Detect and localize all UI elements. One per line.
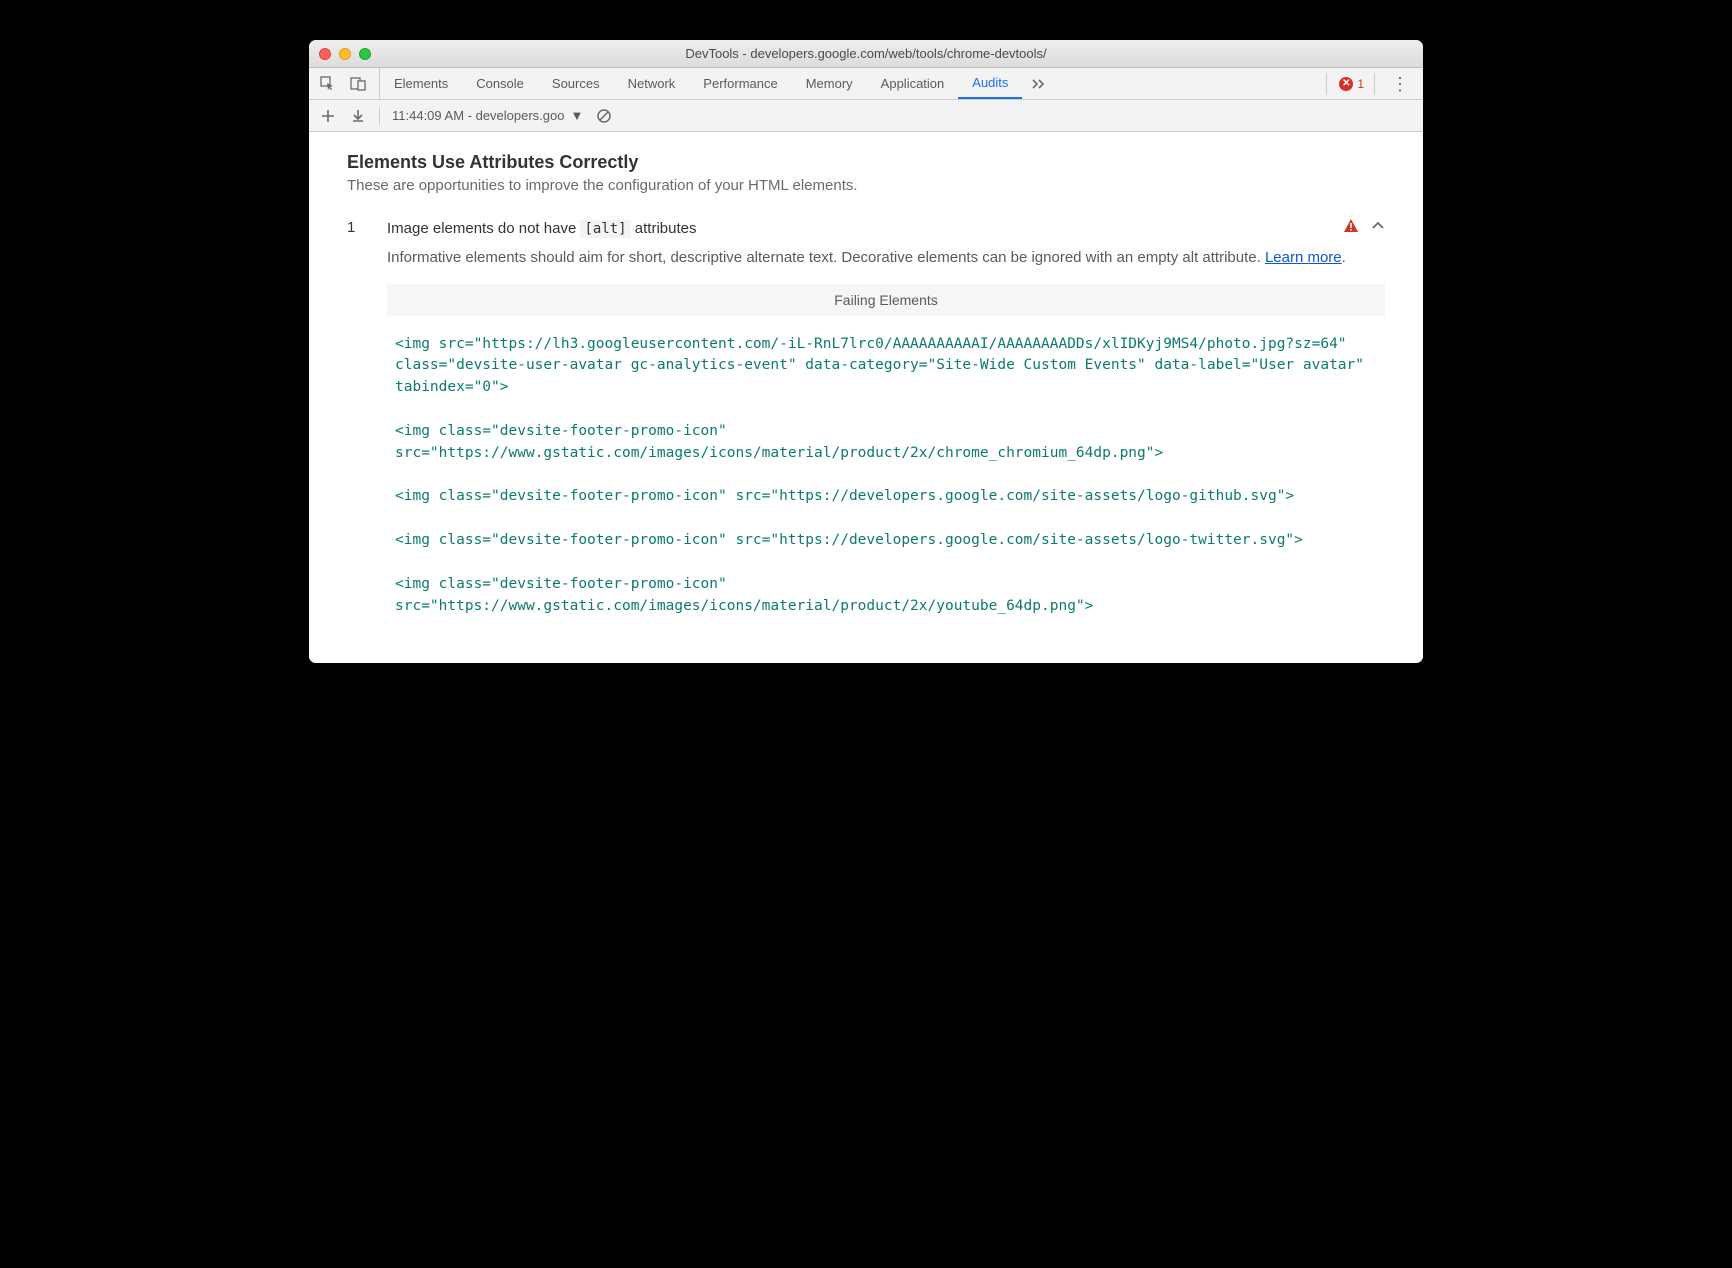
tab-audits[interactable]: Audits — [958, 68, 1022, 99]
tab-network[interactable]: Network — [614, 68, 690, 99]
failing-element[interactable]: <img class="devsite-footer-promo-icon" s… — [387, 480, 1385, 514]
more-tabs-icon[interactable] — [1022, 68, 1056, 99]
error-count: 1 — [1357, 77, 1364, 91]
new-audit-icon[interactable] — [319, 107, 337, 125]
audit-dropdown[interactable]: 11:44:09 AM - developers.goo ▼ — [392, 108, 583, 123]
error-icon: ✕ — [1339, 77, 1353, 91]
tab-performance[interactable]: Performance — [689, 68, 791, 99]
inspect-element-icon[interactable] — [319, 75, 337, 93]
audit-dropdown-label: 11:44:09 AM - developers.goo — [392, 108, 565, 123]
failing-element[interactable]: <img class="devsite-footer-promo-icon" s… — [387, 415, 1385, 471]
audit-title: Image elements do not have [alt] attribu… — [387, 220, 697, 237]
window-controls — [309, 48, 371, 60]
audits-toolbar: 11:44:09 AM - developers.goo ▼ — [309, 100, 1423, 132]
warning-icon — [1343, 218, 1359, 239]
settings-menu-icon[interactable]: ⋮ — [1387, 75, 1413, 93]
audit-header[interactable]: Image elements do not have [alt] attribu… — [387, 218, 1385, 239]
section-subtitle: These are opportunities to improve the c… — [347, 177, 1385, 194]
section-title: Elements Use Attributes Correctly — [347, 152, 1385, 173]
chevron-down-icon: ▼ — [571, 108, 584, 123]
failing-element[interactable]: <img src="https://lh3.googleusercontent.… — [387, 328, 1385, 405]
tab-application[interactable]: Application — [867, 68, 959, 99]
audit-content: Elements Use Attributes Correctly These … — [309, 132, 1423, 663]
tabbar-right-controls: ✕ 1 ⋮ — [1326, 68, 1423, 99]
device-toolbar-icon[interactable] — [349, 75, 367, 93]
failing-element[interactable]: <img class="devsite-footer-promo-icon" s… — [387, 568, 1385, 624]
audit-description: Informative elements should aim for shor… — [387, 247, 1385, 270]
tab-memory[interactable]: Memory — [792, 68, 867, 99]
audit-number: 1 — [347, 218, 387, 236]
clear-icon[interactable] — [595, 107, 613, 125]
tab-elements[interactable]: Elements — [380, 68, 462, 99]
minimize-window-button[interactable] — [339, 48, 351, 60]
window-title: DevTools - developers.google.com/web/too… — [309, 46, 1423, 61]
audit-item: 1 Image elements do not have [alt] attri… — [347, 218, 1385, 633]
learn-more-link[interactable]: Learn more — [1265, 249, 1342, 266]
maximize-window-button[interactable] — [359, 48, 371, 60]
error-count-badge[interactable]: ✕ 1 — [1326, 73, 1375, 95]
devtools-tabbar: Elements Console Sources Network Perform… — [309, 68, 1423, 100]
tabbar-left-controls — [309, 68, 380, 99]
close-window-button[interactable] — [319, 48, 331, 60]
tab-sources[interactable]: Sources — [538, 68, 614, 99]
download-icon[interactable] — [349, 107, 367, 125]
tab-console[interactable]: Console — [462, 68, 538, 99]
failing-element[interactable]: <img class="devsite-footer-promo-icon" s… — [387, 524, 1385, 558]
devtools-window: DevTools - developers.google.com/web/too… — [309, 40, 1423, 663]
toolbar-left — [309, 107, 380, 125]
failing-elements-header: Failing Elements — [387, 284, 1385, 316]
collapse-icon[interactable] — [1371, 219, 1385, 238]
window-titlebar[interactable]: DevTools - developers.google.com/web/too… — [309, 40, 1423, 68]
